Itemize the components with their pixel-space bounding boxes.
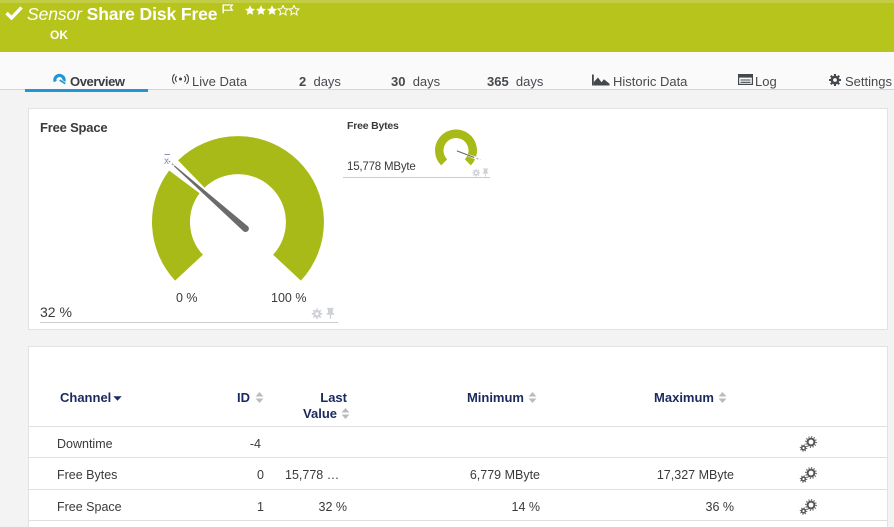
svg-text:x: x — [164, 156, 169, 167]
